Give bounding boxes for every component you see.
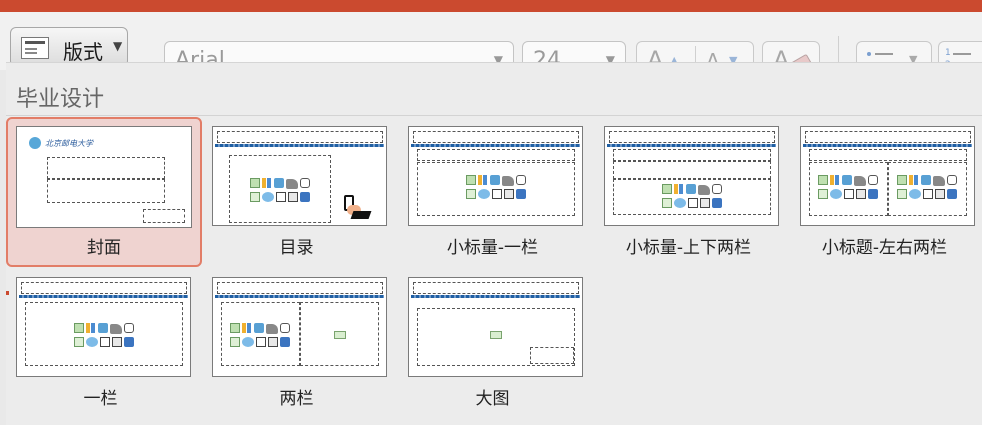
layout-thumbnail (212, 277, 387, 377)
date-placeholder (143, 209, 185, 223)
content-icons (74, 323, 136, 349)
subtitle-placeholder (47, 179, 165, 203)
content-icons (466, 175, 528, 201)
layout-tile-toc[interactable]: 目录 (203, 117, 390, 263)
title-placeholder (609, 131, 775, 143)
layout-dropdown-button[interactable]: 版式 ▼ (10, 27, 128, 67)
right-content-placeholder (888, 162, 967, 216)
layout-tile-one-column[interactable]: 一栏 (7, 268, 194, 414)
content-icons (662, 184, 724, 210)
layout-label: 封面 (87, 238, 121, 258)
layout-label: 小标题-左右两栏 (821, 238, 948, 258)
layout-label: 小标量-上下两栏 (625, 238, 752, 258)
subtitle-placeholder (613, 149, 771, 161)
layout-thumbnail (408, 277, 583, 377)
header-band (215, 144, 384, 147)
layout-label: 大图 (475, 389, 510, 409)
chevron-down-icon: ▼ (113, 39, 123, 53)
title-placeholder (217, 282, 383, 294)
layout-thumbnail (604, 126, 779, 226)
title-placeholder (413, 282, 579, 294)
content-placeholder (229, 155, 331, 223)
layout-label: 目录 (279, 238, 314, 258)
layout-button-label: 版式 (63, 40, 103, 64)
content-icons (230, 323, 292, 349)
subtitle-placeholder (809, 149, 967, 161)
picture-icon (490, 331, 502, 339)
header-band (803, 144, 972, 147)
title-placeholder (21, 282, 187, 294)
university-logo: 北京邮电大学 (29, 137, 95, 149)
layout-tile-subtitle-two-columns[interactable]: 小标题-左右两栏 (791, 117, 978, 263)
upper-content-placeholder (613, 161, 771, 179)
title-placeholder (47, 157, 165, 179)
touch-hand-icon (344, 195, 372, 219)
layout-icon (21, 37, 49, 59)
header-band (607, 144, 776, 147)
content-icons (250, 178, 312, 204)
content-icons (818, 175, 880, 201)
layout-tile-cover[interactable]: 北京邮电大学 封面 (6, 117, 202, 267)
layout-label: 一栏 (83, 389, 118, 409)
header-band (19, 295, 188, 298)
header-band (215, 295, 384, 298)
title-placeholder (217, 131, 383, 143)
content-placeholder (25, 302, 183, 366)
picture-placeholder (417, 308, 575, 366)
subtitle-placeholder (417, 149, 575, 161)
header-band (411, 295, 580, 298)
left-content-placeholder (809, 162, 888, 216)
layout-thumbnail (212, 126, 387, 226)
caption-placeholder (530, 347, 574, 364)
layout-thumbnail (800, 126, 975, 226)
layout-thumbnail: 北京邮电大学 (16, 126, 192, 228)
layout-label: 两栏 (279, 389, 314, 409)
title-placeholder (413, 131, 579, 143)
layout-thumbnail (16, 277, 191, 377)
picture-icon (334, 331, 346, 339)
layout-tile-large-image[interactable]: 大图 (399, 268, 586, 414)
layout-label: 小标量-一栏 (446, 238, 539, 258)
layout-tile-two-columns[interactable]: 两栏 (203, 268, 390, 414)
layout-tile-subtitle-one-column[interactable]: 小标量-一栏 (399, 117, 586, 263)
title-placeholder (805, 131, 971, 143)
header-band (411, 144, 580, 147)
section-divider (6, 115, 982, 116)
left-content-placeholder (221, 302, 300, 366)
layout-thumbnail (408, 126, 583, 226)
right-content-placeholder (300, 302, 379, 366)
layout-gallery-dropdown: 毕业设计 北京邮电大学 封面 目录 小标量-一栏 小标量-上下两栏 小标题-左右… (6, 62, 982, 425)
content-placeholder (417, 162, 575, 216)
title-bar-strip (0, 0, 982, 12)
content-icons (897, 175, 959, 201)
section-title: 毕业设计 (16, 87, 105, 112)
layout-tile-subtitle-two-rows[interactable]: 小标量-上下两栏 (595, 117, 782, 263)
lower-content-placeholder (613, 179, 771, 215)
